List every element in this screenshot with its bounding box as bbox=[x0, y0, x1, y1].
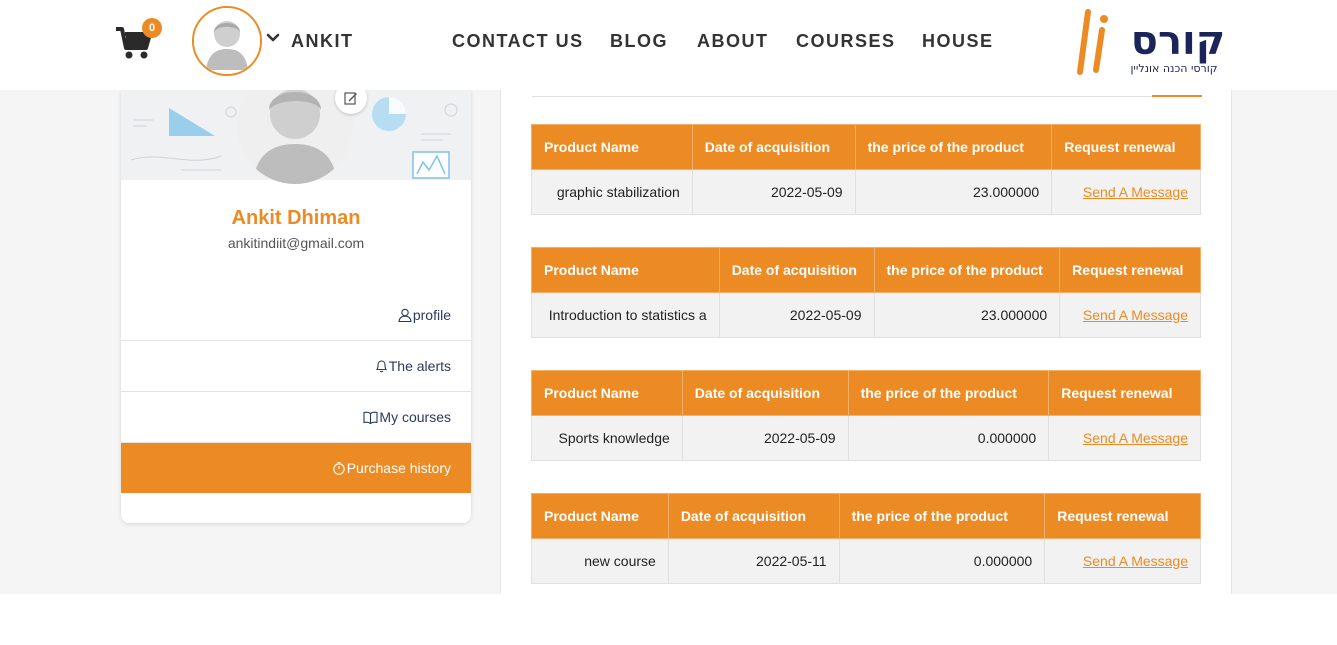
product-name-cell: graphic stabilization bbox=[531, 169, 693, 215]
price-cell: 0.000000 bbox=[847, 415, 1050, 461]
section-divider-accent bbox=[1152, 95, 1202, 97]
column-header: Product Name bbox=[531, 124, 693, 170]
sidebar-item-label: profile bbox=[412, 306, 451, 323]
nav-house[interactable]: HOUSE bbox=[922, 31, 994, 52]
renewal-cell: Send A Message bbox=[1044, 538, 1201, 584]
user-silhouette-icon bbox=[194, 8, 260, 74]
chevron-down-icon[interactable] bbox=[266, 31, 280, 45]
price-cell: 23.000000 bbox=[873, 292, 1061, 338]
stopwatch-icon bbox=[332, 461, 345, 475]
date-cell: 2022-05-11 bbox=[667, 538, 840, 584]
user-icon bbox=[398, 308, 412, 322]
product-name-cell: Introduction to statistics a bbox=[531, 292, 720, 338]
column-header: Date of acquisition bbox=[667, 493, 840, 539]
column-header: Date of acquisition bbox=[681, 370, 849, 416]
table-header-row: Product Name Date of acquisition the pri… bbox=[531, 370, 1201, 416]
profile-full-name: Ankit Dhiman bbox=[231, 207, 361, 229]
profile-card: Ankit Dhiman ankitindiit@gmail.com profi… bbox=[121, 90, 471, 523]
cart-count-badge: 0 bbox=[142, 18, 162, 38]
column-header: Product Name bbox=[531, 247, 720, 293]
table-row: new course 2022-05-11 0.000000 Send A Me… bbox=[531, 538, 1201, 584]
edit-icon bbox=[344, 92, 357, 105]
column-header: the price of the product bbox=[838, 493, 1046, 539]
date-cell: 2022-05-09 bbox=[691, 169, 856, 215]
sidebar-item-label: The alerts bbox=[388, 358, 451, 374]
column-header: the price of the product bbox=[873, 247, 1061, 293]
product-name-cell: new course bbox=[531, 538, 669, 584]
nav-blog[interactable]: BLOG bbox=[610, 31, 668, 52]
nav-contact-us[interactable]: CONTACT US bbox=[452, 31, 584, 52]
section-divider bbox=[532, 96, 1202, 97]
bell-icon bbox=[375, 360, 387, 373]
sidebar-item-alerts[interactable]: The alerts bbox=[121, 340, 471, 391]
column-header: Request renewal bbox=[1044, 493, 1201, 539]
send-message-link[interactable]: Send A Message bbox=[1083, 553, 1188, 569]
sidebar-item-profile[interactable]: profile bbox=[121, 289, 471, 340]
price-cell: 0.000000 bbox=[838, 538, 1046, 584]
column-header: Product Name bbox=[531, 370, 683, 416]
table-header-row: Product Name Date of acquisition the pri… bbox=[531, 493, 1201, 539]
send-message-link[interactable]: Send A Message bbox=[1083, 307, 1188, 323]
nav-courses[interactable]: COURSES bbox=[796, 31, 896, 52]
purchase-table: Product Name Date of acquisition the pri… bbox=[531, 370, 1201, 461]
send-message-link[interactable]: Send A Message bbox=[1083, 430, 1188, 446]
purchase-table: Product Name Date of acquisition the pri… bbox=[531, 247, 1201, 338]
date-cell: 2022-05-09 bbox=[681, 415, 849, 461]
send-message-link[interactable]: Send A Message bbox=[1083, 184, 1188, 200]
profile-email: ankitindiit@gmail.com bbox=[227, 235, 365, 251]
site-logo[interactable]: קורס קורסי הכנה אונליין bbox=[1074, 8, 1236, 78]
sidebar-item-label: My courses bbox=[379, 409, 451, 425]
sidebar-item-label: Purchase history bbox=[346, 460, 451, 476]
renewal-cell: Send A Message bbox=[1051, 169, 1201, 215]
column-header: Request renewal bbox=[1059, 247, 1201, 293]
svg-text:קורס: קורס bbox=[1131, 18, 1225, 64]
book-icon bbox=[363, 411, 378, 424]
table-header-row: Product Name Date of acquisition the pri… bbox=[531, 124, 1201, 170]
purchase-table: Product Name Date of acquisition the pri… bbox=[531, 124, 1201, 215]
table-row: Introduction to statistics a 2022-05-09 … bbox=[531, 292, 1201, 338]
site-header: 0 ANKIT CONTACT US BLOG ABOUT COURSES HO… bbox=[0, 0, 1337, 90]
column-header: Request renewal bbox=[1051, 124, 1201, 170]
column-header: Date of acquisition bbox=[691, 124, 856, 170]
date-cell: 2022-05-09 bbox=[718, 292, 875, 338]
user-menu-name[interactable]: ANKIT bbox=[291, 31, 354, 52]
renewal-cell: Send A Message bbox=[1048, 415, 1201, 461]
user-avatar[interactable] bbox=[192, 6, 262, 76]
renewal-cell: Send A Message bbox=[1059, 292, 1201, 338]
table-row: Sports knowledge 2022-05-09 0.000000 Sen… bbox=[531, 415, 1201, 461]
sidebar-item-purchase-history[interactable]: Purchase history bbox=[121, 442, 471, 493]
sidebar-item-my-courses[interactable]: My courses bbox=[121, 391, 471, 442]
table-row: graphic stabilization 2022-05-09 23.0000… bbox=[531, 169, 1201, 215]
svg-text:קורסי הכנה אונליין: קורסי הכנה אונליין bbox=[1130, 62, 1217, 75]
column-header: Product Name bbox=[531, 493, 669, 539]
table-header-row: Product Name Date of acquisition the pri… bbox=[531, 247, 1201, 293]
column-header: the price of the product bbox=[854, 124, 1053, 170]
column-header: the price of the product bbox=[847, 370, 1050, 416]
product-name-cell: Sports knowledge bbox=[531, 415, 683, 461]
column-header: Request renewal bbox=[1048, 370, 1201, 416]
column-header: Date of acquisition bbox=[718, 247, 875, 293]
purchase-table: Product Name Date of acquisition the pri… bbox=[531, 493, 1201, 584]
price-cell: 23.000000 bbox=[854, 169, 1053, 215]
nav-about[interactable]: ABOUT bbox=[697, 31, 769, 52]
